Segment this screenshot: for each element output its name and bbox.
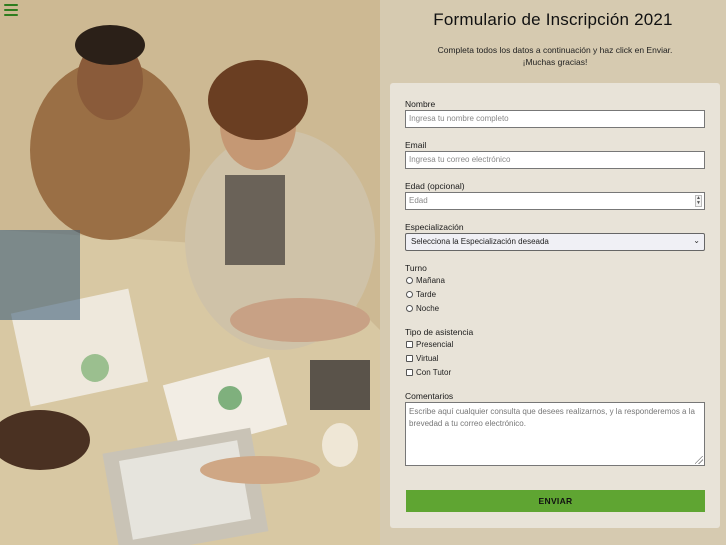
nombre-input[interactable]: Ingresa tu nombre completo bbox=[405, 110, 705, 128]
form-panel: Formulario de Inscripción 2021 Completa … bbox=[380, 0, 726, 545]
asistencia-option-label: Virtual bbox=[416, 354, 439, 363]
page-title: Formulario de Inscripción 2021 bbox=[433, 10, 673, 29]
radio-button[interactable] bbox=[406, 291, 413, 298]
radio-button[interactable] bbox=[406, 277, 413, 284]
especializacion-label: Especialización bbox=[405, 222, 464, 232]
asistencia-label: Tipo de asistencia bbox=[405, 327, 474, 337]
office-meeting-illustration bbox=[0, 0, 380, 545]
asistencia-option-virtual[interactable]: Virtual bbox=[406, 354, 439, 363]
comentarios-textarea[interactable]: Escribe aquí cualquier consulta que dese… bbox=[405, 402, 705, 466]
turno-label: Turno bbox=[405, 263, 427, 273]
turno-option-label: Mañana bbox=[416, 276, 445, 285]
turno-option-label: Noche bbox=[416, 304, 440, 313]
subtitle-line-1: Completa todos los datos a continuación … bbox=[437, 45, 673, 55]
registration-form: Nombre Ingresa tu nombre completo Email … bbox=[390, 83, 720, 528]
submit-button[interactable]: ENVIAR bbox=[406, 490, 705, 512]
asistencia-option-label: Con Tutor bbox=[416, 368, 452, 377]
especializacion-select[interactable]: Selecciona la Especialización deseada ⌄ bbox=[405, 233, 705, 251]
chevron-down-icon: ⌄ bbox=[693, 236, 700, 245]
radio-button[interactable] bbox=[406, 305, 413, 312]
asistencia-option-presencial[interactable]: Presencial bbox=[406, 340, 453, 349]
turno-option-noche[interactable]: Noche bbox=[406, 304, 439, 313]
email-input[interactable]: Ingresa tu correo electrónico bbox=[405, 151, 705, 169]
hero-photo bbox=[0, 0, 380, 545]
page-subtitle: Completa todos los datos a continuación … bbox=[410, 44, 700, 68]
asistencia-option-label: Presencial bbox=[416, 340, 454, 349]
asistencia-option-con-tutor[interactable]: Con Tutor bbox=[406, 368, 451, 377]
turno-option-label: Tarde bbox=[416, 290, 437, 299]
checkbox[interactable] bbox=[406, 355, 413, 362]
turno-option-manana[interactable]: Mañana bbox=[406, 276, 445, 285]
checkbox[interactable] bbox=[406, 341, 413, 348]
edad-label: Edad (opcional) bbox=[405, 181, 465, 191]
nombre-label: Nombre bbox=[405, 99, 436, 109]
edad-input[interactable]: Edad ▲ ▼ bbox=[405, 192, 705, 210]
hamburger-menu-icon[interactable] bbox=[4, 4, 18, 16]
especializacion-selected: Selecciona la Especialización deseada bbox=[411, 237, 549, 246]
checkbox[interactable] bbox=[406, 369, 413, 376]
comentarios-placeholder: Escribe aquí cualquier consulta que dese… bbox=[409, 407, 695, 428]
comentarios-label: Comentarios bbox=[405, 391, 454, 401]
number-spinner-icon[interactable]: ▲ ▼ bbox=[695, 195, 702, 207]
edad-placeholder: Edad bbox=[409, 196, 428, 205]
subtitle-line-2: ¡Muchas gracias! bbox=[522, 57, 588, 67]
resize-grip-icon[interactable] bbox=[695, 456, 703, 464]
email-label: Email bbox=[405, 140, 427, 150]
turno-option-tarde[interactable]: Tarde bbox=[406, 290, 436, 299]
